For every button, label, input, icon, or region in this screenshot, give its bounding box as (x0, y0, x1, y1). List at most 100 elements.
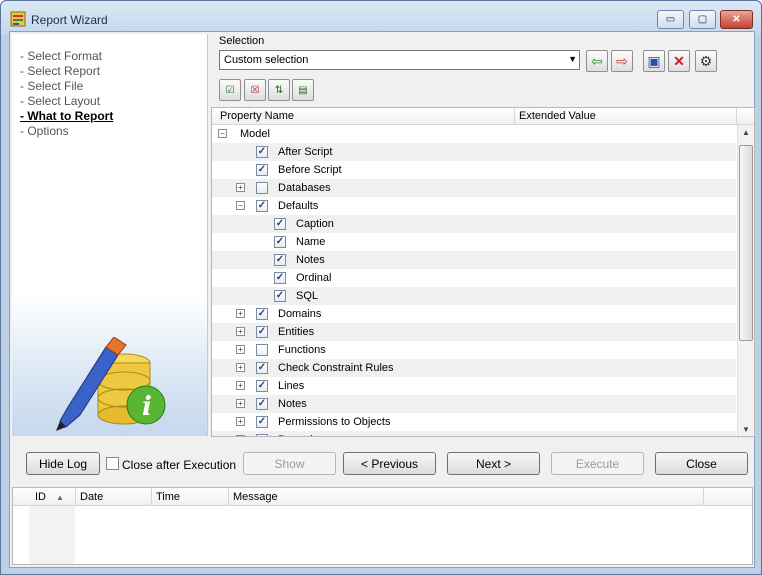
expand-icon[interactable]: + (236, 417, 245, 426)
column-extended-value[interactable]: Extended Value (519, 110, 596, 122)
tree-row[interactable]: ✓ Ordinal (212, 269, 736, 287)
hide-log-button[interactable]: Hide Log (26, 452, 100, 475)
expand-icon[interactable]: + (236, 363, 245, 372)
tree-row-checkbox[interactable]: ✓ (256, 326, 268, 338)
delete-button[interactable]: ✕ (668, 50, 690, 72)
previous-button[interactable]: < Previous (343, 452, 436, 475)
tree-row-checkbox[interactable]: ✓ (274, 254, 286, 266)
step-what-to-report[interactable]: - What to Report (20, 109, 113, 123)
column-separator[interactable] (703, 488, 704, 506)
tree-row-checkbox[interactable]: ✓ (256, 200, 268, 212)
maximize-icon: ▢ (697, 14, 708, 25)
tree-row-label: Model (240, 128, 270, 140)
close-after-execution-checkbox[interactable] (106, 457, 119, 470)
tree-row[interactable]: + ✓ Entities (212, 323, 736, 341)
check-all-button[interactable]: ☑ (219, 79, 241, 101)
scroll-down-icon[interactable]: ▼ (742, 425, 750, 434)
tree-row[interactable]: + ✓ Notes (212, 395, 736, 413)
tree-row[interactable]: + Procedures (212, 431, 736, 436)
collapse-icon[interactable]: − (218, 129, 227, 138)
tree-row-checkbox[interactable]: ✓ (256, 308, 268, 320)
tree-row[interactable]: ✓ Name (212, 233, 736, 251)
properties-button[interactable]: ⚙ (695, 50, 717, 72)
execute-button[interactable]: Execute (551, 452, 644, 475)
column-separator[interactable] (151, 488, 152, 506)
title-bar[interactable]: Report Wizard ▭ ▢ ✕ (1, 1, 761, 35)
tree-row-label: Defaults (278, 200, 319, 212)
tree-row-label: Procedures (278, 434, 334, 436)
tree-row-checkbox[interactable]: ✓ (256, 416, 268, 428)
minimize-button[interactable]: ▭ (657, 10, 684, 29)
save-selection-to-file-button[interactable]: ⇨ (611, 50, 633, 72)
tree-row-checkbox[interactable]: ✓ (274, 272, 286, 284)
close-window-button[interactable]: ✕ (720, 10, 753, 29)
next-button[interactable]: Next > (447, 452, 540, 475)
tree-row[interactable]: − ✓ Defaults (212, 197, 736, 215)
tree-row[interactable]: + ✓ Domains (212, 305, 736, 323)
tree-row-label: Functions (278, 344, 326, 356)
expand-icon[interactable]: + (236, 327, 245, 336)
step-select-report[interactable]: - Select Report (20, 64, 100, 78)
tree-row-checkbox[interactable] (256, 182, 268, 194)
tree-row-checkbox[interactable]: ✓ (256, 362, 268, 374)
tree-row-checkbox[interactable]: ✓ (256, 146, 268, 158)
grid-vertical-scrollbar[interactable]: ▲ ▼ (737, 125, 754, 436)
tree-row[interactable]: + ✓ Permissions to Objects (212, 413, 736, 431)
scrollbar-thumb[interactable] (739, 145, 753, 341)
selection-label: Selection (219, 35, 265, 47)
tree-row[interactable]: + ✓ Lines (212, 377, 736, 395)
show-button[interactable]: Show (243, 452, 336, 475)
expand-icon[interactable]: + (236, 309, 245, 318)
log-column-id[interactable]: ID (35, 491, 46, 503)
expand-icon[interactable]: + (236, 183, 245, 192)
expand-icon[interactable]: + (236, 435, 245, 436)
tree-row-checkbox[interactable] (256, 434, 268, 436)
tree-row[interactable]: ✓ Caption (212, 215, 736, 233)
column-separator[interactable] (514, 108, 515, 125)
tree-row[interactable]: + Functions (212, 341, 736, 359)
step-select-file[interactable]: - Select File (20, 79, 83, 93)
log-column-date[interactable]: Date (80, 491, 103, 503)
tree-row-label: Before Script (278, 164, 342, 176)
maximize-button[interactable]: ▢ (689, 10, 716, 29)
tree-row-checkbox[interactable]: ✓ (274, 236, 286, 248)
chevron-down-icon[interactable]: ▼ (568, 54, 577, 64)
tree-row-checkbox[interactable]: ✓ (256, 380, 268, 392)
log-column-message[interactable]: Message (233, 491, 278, 503)
collapse-icon[interactable]: − (236, 201, 245, 210)
tree-row-checkbox[interactable]: ✓ (274, 290, 286, 302)
tree-row[interactable]: ✓ Before Script (212, 161, 736, 179)
tree-row[interactable]: ✓ SQL (212, 287, 736, 305)
select-defaults-button[interactable]: ▤ (292, 79, 314, 101)
scroll-up-icon[interactable]: ▲ (742, 128, 750, 137)
tree-row-checkbox[interactable]: ✓ (256, 164, 268, 176)
expand-icon[interactable]: + (236, 381, 245, 390)
column-separator[interactable] (75, 488, 76, 506)
expand-icon[interactable]: + (236, 399, 245, 408)
invert-selection-button[interactable]: ⇅ (268, 79, 290, 101)
close-after-execution-label[interactable]: Close after Execution (122, 458, 236, 472)
column-separator[interactable] (736, 108, 737, 125)
close-button[interactable]: Close (655, 452, 748, 475)
tree-row[interactable]: ✓ Notes (212, 251, 736, 269)
uncheck-all-button[interactable]: ☒ (244, 79, 266, 101)
tree-row[interactable]: ✓ After Script (212, 143, 736, 161)
tree-row[interactable]: + Databases (212, 179, 736, 197)
log-column-time[interactable]: Time (156, 491, 180, 503)
load-selection-button[interactable]: ⇦ (586, 50, 608, 72)
tree-row[interactable]: + ✓ Check Constraint Rules (212, 359, 736, 377)
expand-icon[interactable]: + (236, 345, 245, 354)
selection-combo[interactable]: Custom selection ▼ (219, 50, 580, 70)
tree-row[interactable]: − Model (212, 125, 736, 143)
column-property-name[interactable]: Property Name (220, 110, 294, 122)
step-select-format[interactable]: - Select Format (20, 49, 102, 63)
step-select-layout[interactable]: - Select Layout (20, 94, 100, 108)
window-title: Report Wizard (31, 13, 108, 27)
tree-row-checkbox[interactable]: ✓ (274, 218, 286, 230)
save-button[interactable]: ▣ (643, 50, 665, 72)
step-options[interactable]: - Options (20, 124, 69, 138)
column-separator[interactable] (228, 488, 229, 506)
tree-row-label: Lines (278, 380, 305, 392)
tree-row-checkbox[interactable] (256, 344, 268, 356)
tree-row-checkbox[interactable]: ✓ (256, 398, 268, 410)
